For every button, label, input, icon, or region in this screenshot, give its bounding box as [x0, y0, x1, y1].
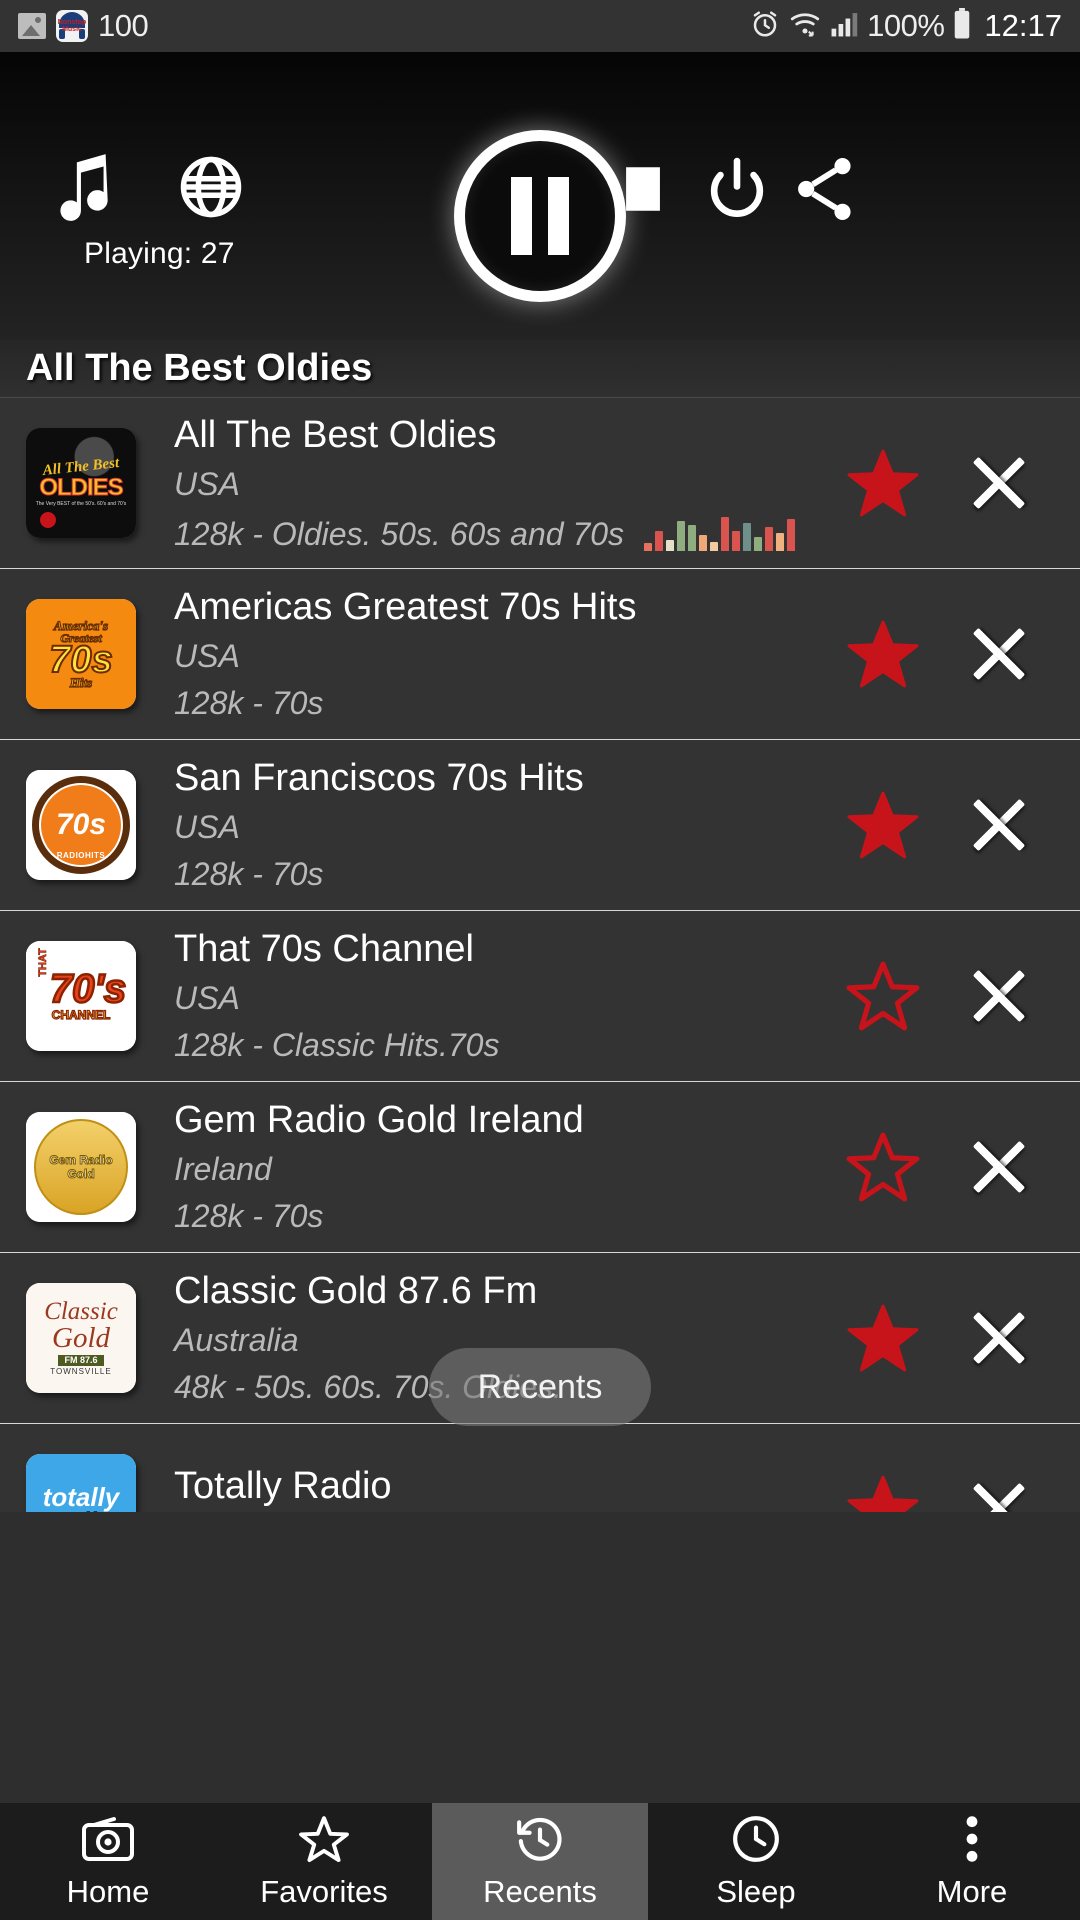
- favorite-star-icon[interactable]: [846, 1302, 920, 1374]
- wifi-icon: [789, 10, 821, 43]
- equalizer-animation: [644, 513, 795, 551]
- station-logo: THAT 70's CHANNEL: [26, 941, 136, 1051]
- station-row[interactable]: All The Best OLDIES The Very BEST of the…: [0, 398, 1080, 569]
- radio-home-icon: [82, 1813, 134, 1865]
- station-logo: All The Best OLDIES The Very BEST of the…: [26, 428, 136, 538]
- remove-station-icon[interactable]: [966, 450, 1032, 516]
- remove-station-icon[interactable]: [966, 1476, 1032, 1512]
- station-logo: 70s RADIOHITS: [26, 770, 136, 880]
- favorite-star-icon[interactable]: [846, 960, 920, 1032]
- alarm-icon: [750, 9, 780, 44]
- toast-message: Recents: [478, 1368, 603, 1407]
- favorite-star-icon[interactable]: [846, 789, 920, 861]
- station-logo: Classic Gold FM 87.6 TOWNSVILLE: [26, 1283, 136, 1393]
- station-logo: totally radio: [26, 1454, 136, 1512]
- pause-icon: [511, 177, 532, 255]
- nav-item-label: Home: [67, 1874, 150, 1910]
- nav-item-home[interactable]: Home: [0, 1803, 216, 1920]
- station-logo: America's Greatest 70s Hits: [26, 599, 136, 709]
- image-thumbnail-icon: [18, 13, 46, 39]
- nav-item-more[interactable]: More: [864, 1803, 1080, 1920]
- remove-station-icon[interactable]: [966, 1305, 1032, 1371]
- nav-item-favorites[interactable]: Favorites: [216, 1803, 432, 1920]
- status-bar-left: NonstopMusic 100: [18, 8, 148, 44]
- remove-station-icon[interactable]: [966, 963, 1032, 1029]
- station-row[interactable]: 70s RADIOHITS San Franciscos 70s Hits US…: [0, 740, 1080, 911]
- status-bar: NonstopMusic 100 100% 12:17: [0, 0, 1080, 52]
- share-icon[interactable]: [792, 154, 858, 224]
- nav-item-sleep[interactable]: Sleep: [648, 1803, 864, 1920]
- star-outline-icon: [298, 1813, 350, 1865]
- station-row[interactable]: Gem RadioGold Gem Radio Gold Ireland Ire…: [0, 1082, 1080, 1253]
- status-bar-clock: 12:17: [984, 8, 1062, 44]
- station-actions: [846, 740, 1080, 910]
- nav-item-label: Recents: [483, 1874, 597, 1910]
- overflow-dots-icon: [946, 1813, 998, 1865]
- now-playing-title: All The Best Oldies: [26, 347, 372, 390]
- station-row[interactable]: totally radio Totally Radio 70s: [0, 1424, 1080, 1512]
- toast-notification: Recents: [429, 1348, 651, 1426]
- status-bar-right: 100% 12:17: [750, 8, 1062, 45]
- station-actions: [846, 1424, 1080, 1512]
- player-bar: Playing: 27: [0, 52, 1080, 340]
- clock-icon: [730, 1813, 782, 1865]
- signal-icon: [830, 10, 858, 43]
- battery-percent: 100%: [867, 8, 944, 44]
- favorite-star-icon[interactable]: [846, 1473, 920, 1512]
- station-logo: Gem RadioGold: [26, 1112, 136, 1222]
- nav-item-label: Sleep: [716, 1874, 795, 1910]
- now-playing-header: All The Best Oldies: [0, 340, 1080, 397]
- station-row[interactable]: THAT 70's CHANNEL That 70s Channel USA 1…: [0, 911, 1080, 1082]
- station-actions: [846, 398, 1080, 568]
- favorite-star-icon[interactable]: [846, 618, 920, 690]
- history-clock-icon: [514, 1813, 566, 1865]
- station-actions: [846, 911, 1080, 1081]
- bottom-navigation[interactable]: Home Favorites Recents Sleep More: [0, 1803, 1080, 1920]
- nav-item-recents[interactable]: Recents: [432, 1803, 648, 1920]
- remove-station-icon[interactable]: [966, 792, 1032, 858]
- music-note-icon[interactable]: [52, 150, 114, 224]
- nav-item-label: Favorites: [260, 1874, 387, 1910]
- station-row[interactable]: America's Greatest 70s Hits Americas Gre…: [0, 569, 1080, 740]
- battery-icon: [953, 8, 971, 45]
- globe-icon[interactable]: [178, 154, 244, 220]
- power-icon[interactable]: [706, 156, 768, 222]
- favorite-star-icon[interactable]: [846, 1131, 920, 1203]
- station-actions: [846, 569, 1080, 739]
- remove-station-icon[interactable]: [966, 621, 1032, 687]
- notification-count: 100: [98, 8, 148, 44]
- nav-item-label: More: [937, 1874, 1008, 1910]
- stop-button[interactable]: [614, 160, 672, 218]
- station-list[interactable]: All The Best OLDIES The Very BEST of the…: [0, 397, 1080, 1512]
- favorite-star-icon[interactable]: [846, 447, 920, 519]
- nonstop-music-app-icon: NonstopMusic: [56, 10, 88, 42]
- pause-button[interactable]: [454, 130, 626, 302]
- remove-station-icon[interactable]: [966, 1134, 1032, 1200]
- playing-count-label: Playing: 27: [84, 237, 235, 271]
- station-actions: [846, 1253, 1080, 1423]
- station-actions: [846, 1082, 1080, 1252]
